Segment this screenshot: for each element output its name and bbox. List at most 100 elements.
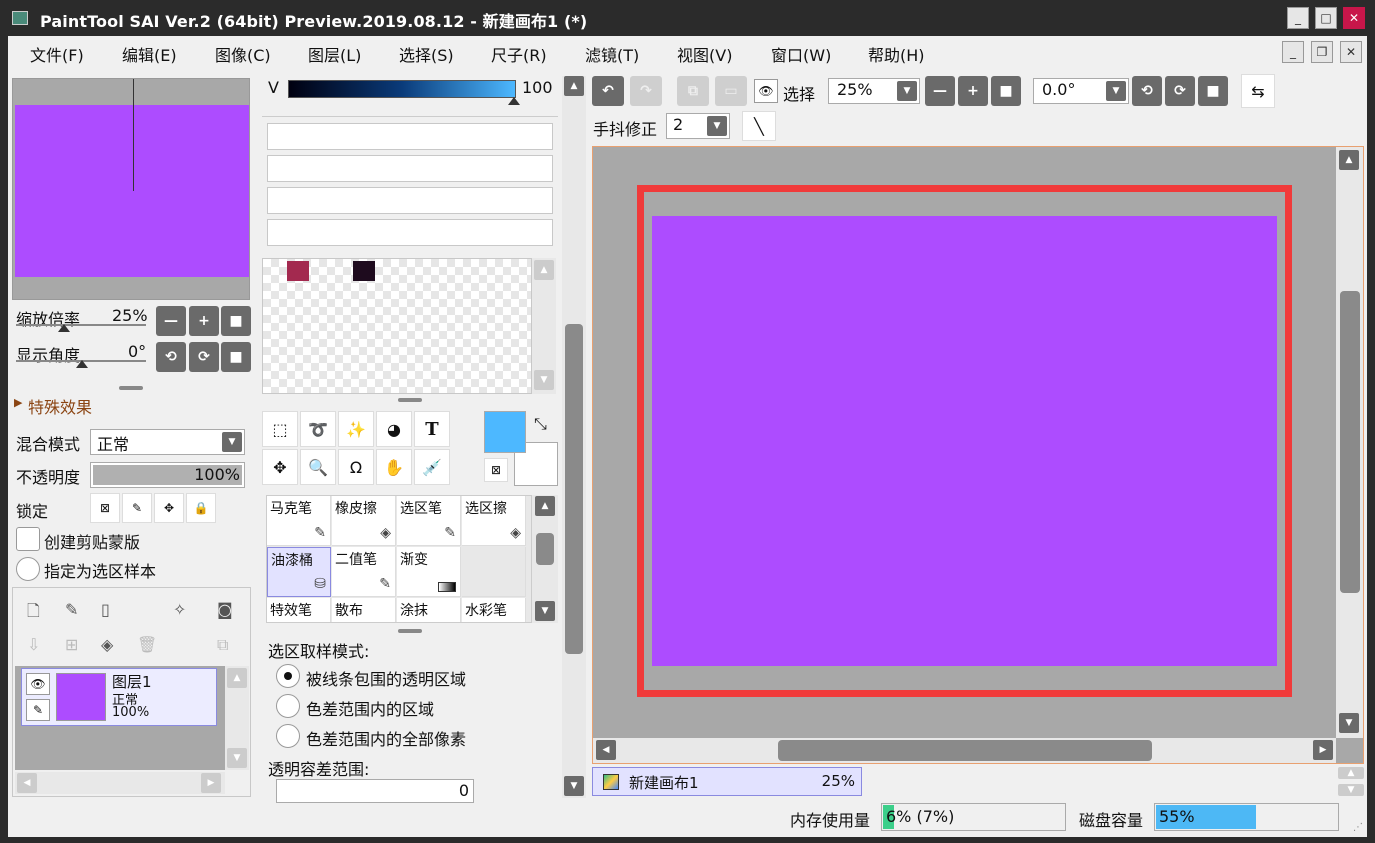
angle-select[interactable]: 0.0° ▼ (1033, 78, 1129, 104)
flip-horizontal-icon[interactable]: ⇆ (1241, 74, 1275, 108)
panel-splitter[interactable] (398, 629, 422, 633)
toolbar-rotate-reset-button[interactable]: ■ (1198, 76, 1228, 106)
clip-mask-checkbox[interactable] (16, 527, 40, 551)
toolbar-rotate-left-button[interactable]: ⟲ (1132, 76, 1162, 106)
lock-all-icon[interactable]: 🔒 (186, 493, 216, 523)
color-slider-2[interactable] (267, 155, 553, 182)
swatch-1[interactable] (287, 261, 309, 281)
new-folder-icon[interactable]: ▯ (101, 600, 110, 619)
transparent-color-icon[interactable]: ⊠ (484, 458, 508, 482)
new-layer-icon[interactable]: 🗋 (27, 600, 40, 627)
menu-help[interactable]: 帮助(H) (868, 42, 925, 66)
effects-label[interactable]: 特殊效果 (28, 394, 92, 418)
scroll-up-icon[interactable]: ▲ (535, 496, 555, 516)
zoom-icon[interactable]: 🔍 (300, 449, 336, 485)
zoom-slider[interactable] (16, 324, 146, 326)
brush-eraser[interactable]: 橡皮擦 ◈ (332, 496, 396, 546)
value-slider-handle[interactable] (508, 97, 520, 105)
scroll-down-icon[interactable]: ▼ (534, 370, 554, 390)
brush-bucket[interactable]: 油漆桶 ⛁ (267, 547, 331, 597)
toolbar-zoom-in-button[interactable]: + (958, 76, 988, 106)
brush-vscroll[interactable]: ▲ ▼ (532, 495, 558, 623)
zoom-slider-handle[interactable] (58, 324, 70, 332)
scroll-up-icon[interactable]: ▲ (1339, 150, 1359, 170)
brush-scroll-thumb[interactable] (536, 533, 554, 565)
brush-select-eraser[interactable]: 选区擦 ◈ (462, 496, 526, 546)
swap-colors-icon[interactable]: ⤡ (534, 414, 547, 434)
scroll-left-icon[interactable]: ◀ (596, 740, 616, 760)
canvas-vscroll[interactable]: ▲ ▼ (1336, 147, 1363, 738)
shape-icon[interactable]: ◕ (376, 411, 412, 447)
undo-button[interactable]: ↶ (592, 76, 624, 106)
brush-smudge[interactable]: 涂抹 (397, 598, 461, 622)
navigator-preview[interactable] (12, 78, 250, 300)
stabilizer-select[interactable]: 2 ▼ (666, 113, 730, 139)
eye-icon[interactable]: 👁 (26, 673, 50, 695)
document-tab[interactable]: 新建画布1 25% (592, 767, 862, 796)
palette-vscroll[interactable]: ▲ ▼ (532, 258, 556, 394)
sample-source-checkbox[interactable] (16, 557, 40, 581)
rotate-right-button[interactable]: ⟳ (189, 342, 219, 372)
menu-view[interactable]: 视图(V) (677, 42, 732, 66)
resize-grip-icon[interactable]: ⋰ (1353, 822, 1363, 833)
text-icon[interactable]: T (414, 411, 450, 447)
color-slider-1[interactable] (267, 123, 553, 150)
fill-mode-radio-3[interactable] (276, 724, 300, 748)
swatch-palette[interactable] (262, 258, 532, 394)
swatch-2[interactable] (353, 261, 375, 281)
canvas-hscroll[interactable]: ◀ ▶ (593, 738, 1336, 763)
scroll-right-icon[interactable]: ▶ (1313, 740, 1333, 760)
new-pen-layer-icon[interactable]: ✎ (65, 600, 78, 619)
layer-row[interactable]: 👁 ✎ 图层1 正常 100% (21, 668, 217, 726)
rotate-reset-button[interactable]: ■ (221, 342, 251, 372)
eye-icon[interactable]: 👁 (754, 79, 778, 103)
mdi-minimize-button[interactable]: _ (1282, 41, 1304, 63)
menu-file[interactable]: 文件(F) (30, 42, 84, 66)
color-slider-4[interactable] (267, 219, 553, 246)
fill-mode-radio-2[interactable] (276, 694, 300, 718)
layer-vscroll[interactable]: ▲ ▼ (225, 666, 249, 770)
magic-wand-icon[interactable]: ✨ (338, 411, 374, 447)
canvas-view[interactable]: ▲ ▼ ◀ ▶ (592, 146, 1364, 764)
zoom-in-button[interactable]: + (189, 306, 219, 336)
lock-transparency-icon[interactable]: ⊠ (90, 493, 120, 523)
line-tool-icon[interactable]: ╲ (742, 111, 776, 141)
tolerance-input[interactable]: 0 (276, 779, 474, 803)
brush-marker[interactable]: 马克笔 ✎ (267, 496, 331, 546)
scroll-down-icon[interactable]: ▼ (535, 601, 555, 621)
brush-watercolor[interactable]: 水彩笔 (462, 598, 526, 622)
scroll-down-icon[interactable]: ▼ (227, 748, 247, 768)
scroll-down-icon[interactable]: ▼ (1339, 713, 1359, 733)
canvas-image[interactable] (652, 216, 1277, 666)
angle-slider-handle[interactable] (76, 360, 88, 368)
rotate-icon[interactable]: Ω (338, 449, 374, 485)
menu-image[interactable]: 图像(C) (215, 42, 271, 66)
fill-mode-radio-1[interactable] (276, 664, 300, 688)
menu-filter[interactable]: 滤镜(T) (585, 42, 639, 66)
window-minimize-button[interactable]: _ (1287, 7, 1309, 29)
menu-edit[interactable]: 编辑(E) (122, 42, 177, 66)
toolbar-zoom-out-button[interactable]: — (925, 76, 955, 106)
move-icon[interactable]: ✥ (262, 449, 298, 485)
value-gradient-slider[interactable] (288, 80, 516, 98)
scroll-down-icon[interactable]: ▼ (564, 776, 584, 796)
mdi-close-button[interactable]: ✕ (1340, 41, 1362, 63)
brush-effect-pen[interactable]: 特效笔 (267, 598, 331, 622)
canvas-hscroll-thumb[interactable] (778, 740, 1152, 761)
brush-select-pen[interactable]: 选区笔 ✎ (397, 496, 461, 546)
zoom-select[interactable]: 25% ▼ (828, 78, 920, 104)
scroll-up-icon[interactable]: ▲ (227, 668, 247, 688)
canvas-vscroll-thumb[interactable] (1340, 291, 1360, 593)
scroll-up-icon[interactable]: ▲ (564, 76, 584, 96)
effects-expand-icon[interactable]: ▶ (14, 396, 22, 409)
layer-hscroll[interactable]: ◀ ▶ (15, 772, 225, 794)
tab-scroll-up-icon[interactable]: ▲ (1338, 767, 1364, 779)
middle-vscroll[interactable]: ▲ ▼ (562, 76, 586, 798)
brush-gradient[interactable]: 渐变 (397, 547, 461, 597)
zoom-reset-button[interactable]: ■ (221, 306, 251, 336)
menu-window[interactable]: 窗口(W) (771, 42, 831, 66)
scroll-right-icon[interactable]: ▶ (201, 773, 221, 793)
hand-icon[interactable]: ✋ (376, 449, 412, 485)
mdi-restore-button[interactable]: ❐ (1311, 41, 1333, 63)
window-maximize-button[interactable]: □ (1315, 7, 1337, 29)
